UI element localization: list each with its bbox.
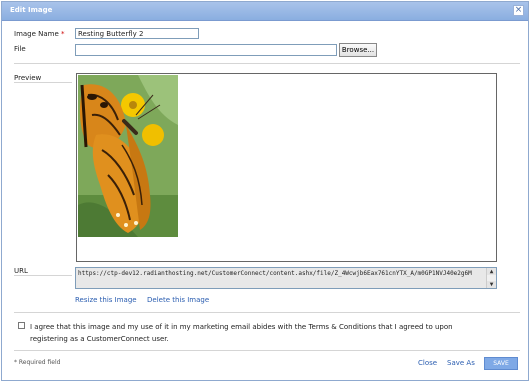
preview-label-underline xyxy=(14,82,72,83)
agree-text: I agree that this image and my use of it… xyxy=(30,323,453,343)
close-icon[interactable]: × xyxy=(513,5,524,16)
required-marker: * xyxy=(61,30,65,38)
url-text: https://ctp-dev12.radianthosting.net/Cus… xyxy=(78,270,472,277)
image-name-label: Image Name * xyxy=(14,30,65,38)
file-label: File xyxy=(14,45,26,53)
divider xyxy=(14,312,520,313)
scroll-up-icon[interactable]: ▲ xyxy=(487,268,496,275)
browse-button[interactable]: Browse... xyxy=(339,43,377,57)
agree-checkbox[interactable] xyxy=(18,322,25,329)
preview-frame xyxy=(76,73,497,262)
required-field-note: * Required field xyxy=(14,359,61,366)
preview-label: Preview xyxy=(14,74,42,82)
dialog-titlebar: Edit Image × xyxy=(2,2,528,21)
butterfly-image xyxy=(78,75,178,237)
url-field[interactable]: https://ctp-dev12.radianthosting.net/Cus… xyxy=(75,267,497,289)
save-as-link[interactable]: Save As xyxy=(447,359,475,367)
resize-image-link[interactable]: Resize this Image xyxy=(75,296,137,304)
url-label: URL xyxy=(14,267,28,275)
file-path-input[interactable] xyxy=(75,44,337,56)
save-button[interactable]: SAVE xyxy=(484,357,518,370)
divider xyxy=(14,63,520,64)
edit-image-dialog: Edit Image × Image Name * Resting Butter… xyxy=(1,1,529,381)
dialog-title: Edit Image xyxy=(10,6,53,14)
url-label-underline xyxy=(14,275,72,276)
delete-image-link[interactable]: Delete this Image xyxy=(147,296,209,304)
close-link[interactable]: Close xyxy=(418,359,437,367)
scroll-down-icon[interactable]: ▼ xyxy=(487,281,496,288)
image-name-input[interactable]: Resting Butterfly 2 xyxy=(75,28,199,39)
url-scrollbar[interactable]: ▲ ▼ xyxy=(486,268,496,288)
divider xyxy=(14,350,520,351)
